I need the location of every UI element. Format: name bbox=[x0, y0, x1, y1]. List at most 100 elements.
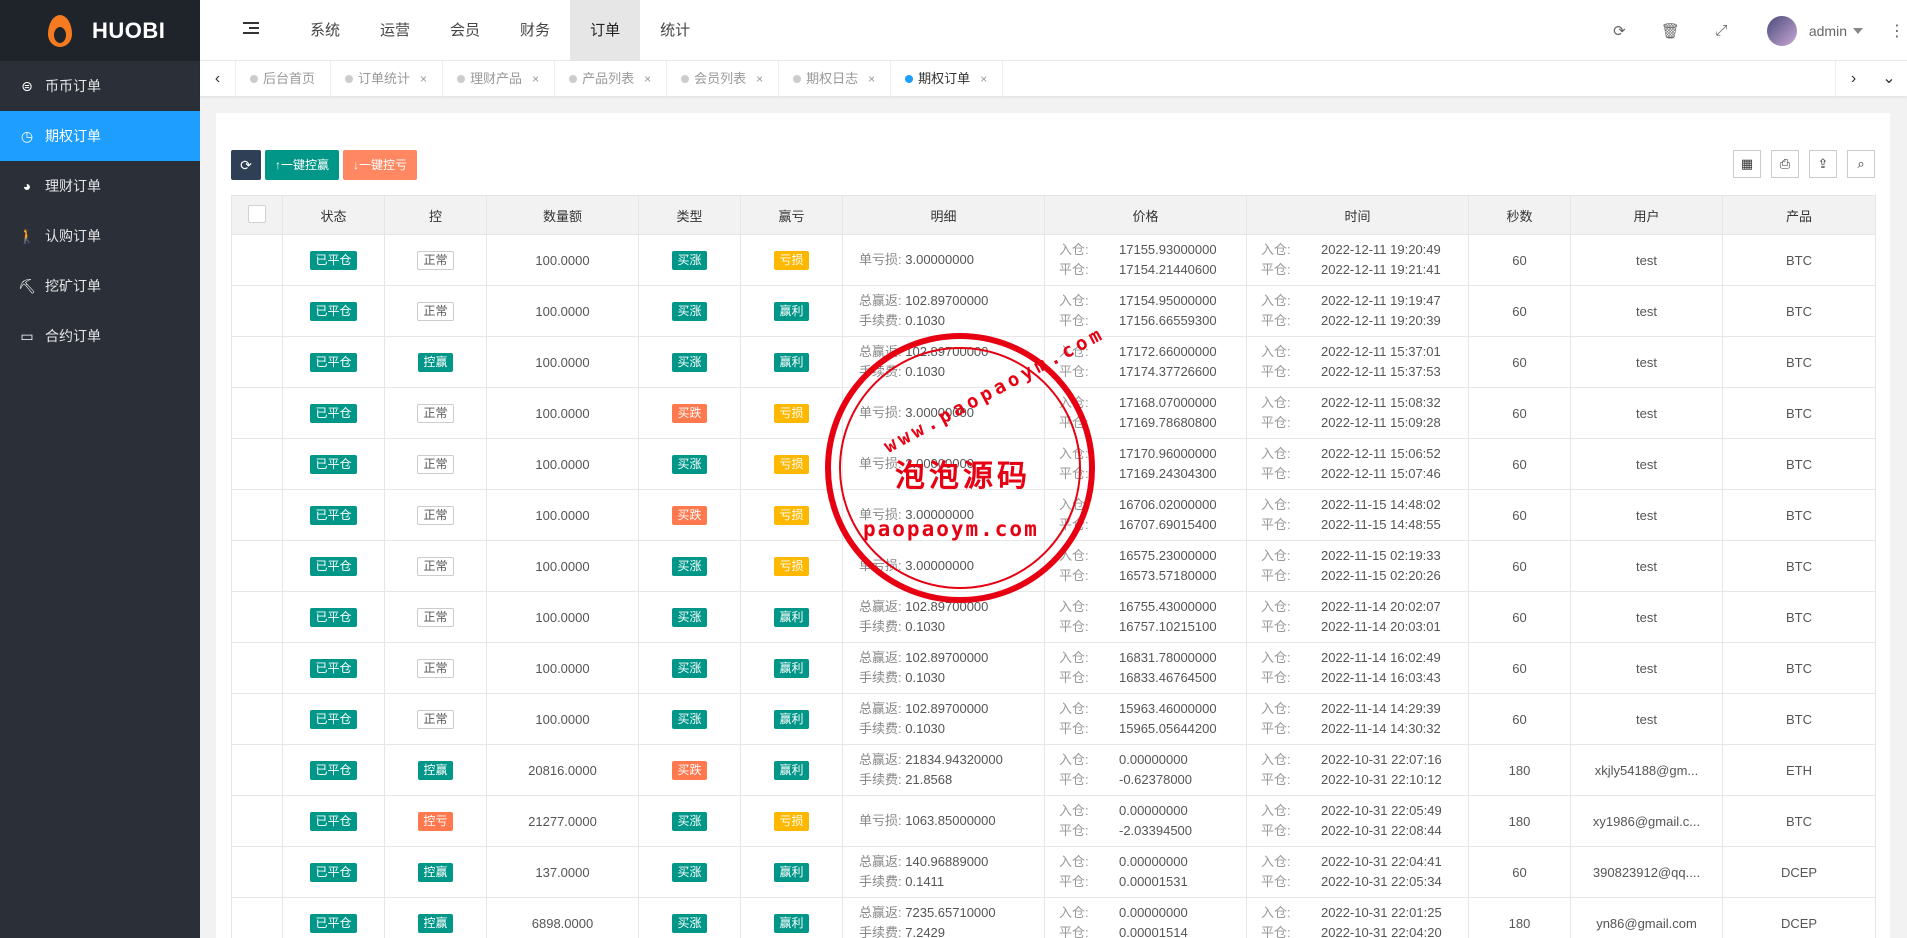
tab-5[interactable]: 期权日志 × bbox=[779, 61, 892, 97]
price-value: 15963.46000000 bbox=[1119, 701, 1217, 716]
table-row[interactable]: 已平仓 正常 100.0000 买涨 亏损 单亏损: 3.00000000 入仓: 16575… bbox=[231, 540, 1876, 592]
product-cell: BTC bbox=[1722, 642, 1876, 694]
table-row[interactable]: 已平仓 控亏 21277.0000 买涨 亏损 单亏损: 1063.85000000 入仓:… bbox=[231, 795, 1876, 847]
menu-fold-icon[interactable] bbox=[243, 22, 259, 38]
time-value: 2022-12-11 19:20:39 bbox=[1321, 313, 1441, 328]
time-cell: 入仓: 2022-10-31 22:05:49 平仓: 2022-10-31 22:0… bbox=[1246, 795, 1469, 847]
tab-4[interactable]: 会员列表 × bbox=[667, 61, 780, 97]
fullscreen-icon[interactable]: ⤢ bbox=[1696, 22, 1747, 39]
table-row[interactable]: 已平仓 正常 100.0000 买涨 亏损 单亏损: 3.00000000 入仓: 17155… bbox=[231, 234, 1876, 286]
logo[interactable]: HUOBI bbox=[0, 0, 200, 61]
price-out: 平仓: 0.00001514 bbox=[1059, 923, 1246, 938]
product-cell: BTC bbox=[1722, 285, 1876, 337]
close-icon[interactable]: × bbox=[756, 61, 763, 97]
table-row[interactable]: 已平仓 正常 100.0000 买跌 亏损 单亏损: 3.00000000 入仓: 17168… bbox=[231, 387, 1876, 439]
type-badge: 买涨 bbox=[672, 556, 707, 576]
time-key: 平仓: bbox=[1261, 670, 1291, 685]
chevron-right-icon[interactable]: › bbox=[1835, 61, 1871, 97]
export-icon[interactable]: ⇪ bbox=[1809, 150, 1837, 178]
detail-loss: 单亏损: 3.00000000 bbox=[859, 505, 1044, 525]
price-in: 入仓: 16706.02000000 bbox=[1059, 495, 1246, 515]
monitor-icon: ▭ bbox=[20, 327, 34, 344]
user-value: test bbox=[1636, 354, 1657, 370]
nav-item-0[interactable]: 系统 bbox=[290, 0, 360, 61]
time-cell: 入仓: 2022-12-11 15:37:01 平仓: 2022-12-11 15:3… bbox=[1246, 336, 1469, 388]
table-row[interactable]: 已平仓 控赢 20816.0000 买跌 赢利 总赢返: 21834.94320000 手续… bbox=[231, 744, 1876, 796]
select-cell bbox=[231, 642, 283, 694]
trash-icon[interactable]: 🗑 bbox=[1645, 22, 1696, 40]
sidebar-item-3[interactable]: 🚶 认购订单 bbox=[0, 211, 200, 261]
chevron-left-icon[interactable]: ‹ bbox=[200, 61, 236, 97]
time-in: 入仓: 2022-10-31 22:01:25 bbox=[1261, 903, 1468, 923]
tab-2[interactable]: 理财产品 × bbox=[443, 61, 556, 97]
user-value: yn86@gmail.com bbox=[1596, 915, 1697, 931]
detail-total: 总赢返: 102.89700000 bbox=[859, 699, 1044, 719]
time-key: 入仓: bbox=[1261, 446, 1291, 461]
sidebar-item-1[interactable]: ◷ 期权订单 bbox=[0, 111, 200, 161]
time-key: 平仓: bbox=[1261, 772, 1291, 787]
column-header: 时间 bbox=[1246, 195, 1469, 235]
refresh-icon[interactable]: ⟳ bbox=[1594, 22, 1645, 40]
columns-icon[interactable]: ▦ bbox=[1733, 150, 1761, 178]
control-win-button[interactable]: ↑ 一键控赢 bbox=[265, 150, 340, 180]
close-icon[interactable]: × bbox=[644, 61, 651, 97]
type-badge: 买涨 bbox=[672, 454, 707, 474]
avatar[interactable] bbox=[1766, 15, 1797, 46]
table-row[interactable]: 已平仓 正常 100.0000 买涨 亏损 单亏损: 3.00000000 入仓: 17170… bbox=[231, 438, 1876, 490]
sidebar-item-5[interactable]: ▭ 合约订单 bbox=[0, 311, 200, 361]
detail-key: 手续费: bbox=[859, 364, 902, 379]
table-row[interactable]: 已平仓 正常 100.0000 买涨 赢利 总赢返: 102.89700000 手续费: 0… bbox=[231, 285, 1876, 337]
table-row[interactable]: 已平仓 控赢 6898.0000 买涨 赢利 总赢返: 7235.65710000 手续费:… bbox=[231, 897, 1876, 938]
table-row[interactable]: 已平仓 控赢 100.0000 买涨 赢利 总赢返: 102.89700000 手续费: 0… bbox=[231, 336, 1876, 388]
clock-icon: ◷ bbox=[20, 127, 34, 144]
search-icon[interactable]: ⌕ bbox=[1847, 150, 1875, 178]
print-icon[interactable]: ⎙ bbox=[1771, 150, 1799, 178]
tab-0[interactable]: 后台首页 bbox=[236, 61, 332, 97]
table-row[interactable]: 已平仓 正常 100.0000 买涨 赢利 总赢返: 102.89700000 手续费: 0… bbox=[231, 642, 1876, 694]
table-row[interactable]: 已平仓 正常 100.0000 买跌 亏损 单亏损: 3.00000000 入仓: 16706… bbox=[231, 489, 1876, 541]
price-out: 平仓: 17154.21440600 bbox=[1059, 260, 1246, 280]
price-cell: 入仓: 0.00000000 平仓: 0.00001514 bbox=[1044, 897, 1247, 938]
price-value: 16707.69015400 bbox=[1119, 517, 1217, 532]
control-cell: 控赢 bbox=[384, 846, 487, 898]
chevron-down-icon[interactable] bbox=[1853, 27, 1863, 34]
price-value: 17169.78680800 bbox=[1119, 415, 1217, 430]
select-all-checkbox[interactable] bbox=[248, 204, 266, 223]
sidebar-item-2[interactable]: ◕ 理财订单 bbox=[0, 161, 200, 211]
detail-key: 总赢返: bbox=[859, 650, 902, 665]
table-row[interactable]: 已平仓 正常 100.0000 买涨 赢利 总赢返: 102.89700000 手续费: 0… bbox=[231, 591, 1876, 643]
control-lose-button[interactable]: ↓ 一键控亏 bbox=[343, 150, 418, 180]
tab-1[interactable]: 订单统计 × bbox=[331, 61, 444, 97]
nav-item-2[interactable]: 会员 bbox=[430, 0, 500, 61]
amount-cell: 20816.0000 bbox=[486, 744, 639, 796]
table-row[interactable]: 已平仓 控赢 137.0000 买涨 赢利 总赢返: 140.96889000 手续费: 0… bbox=[231, 846, 1876, 898]
more-vertical-icon[interactable]: ⋮ bbox=[1889, 21, 1905, 41]
sidebar-item-4[interactable]: ⛏ 挖矿订单 bbox=[0, 261, 200, 311]
control-badge: 控赢 bbox=[418, 913, 453, 933]
close-icon[interactable]: × bbox=[420, 61, 427, 97]
nav-item-5[interactable]: 统计 bbox=[640, 0, 710, 61]
nav-item-3[interactable]: 财务 bbox=[500, 0, 570, 61]
sidebar-item-0[interactable]: ⊜ 币币订单 bbox=[0, 61, 200, 111]
price-out: 平仓: 17156.66559300 bbox=[1059, 311, 1246, 331]
nav-item-4[interactable]: 订单 bbox=[570, 0, 641, 61]
tabs-dropdown-icon[interactable]: ⌄ bbox=[1871, 61, 1907, 97]
detail-value: 0.1411 bbox=[905, 874, 945, 889]
user-name[interactable]: admin bbox=[1809, 23, 1847, 39]
close-icon[interactable]: × bbox=[868, 61, 875, 97]
time-value: 2022-12-11 15:07:46 bbox=[1321, 466, 1441, 481]
nav-item-1[interactable]: 运营 bbox=[360, 0, 430, 61]
table-row[interactable]: 已平仓 正常 100.0000 买涨 赢利 总赢返: 102.89700000 手续费: 0… bbox=[231, 693, 1876, 745]
reload-button[interactable]: ⟳ bbox=[231, 150, 261, 180]
tab-3[interactable]: 产品列表 × bbox=[555, 61, 668, 97]
user-cell: test bbox=[1570, 438, 1723, 490]
close-icon[interactable]: × bbox=[980, 61, 987, 97]
control-badge: 控赢 bbox=[418, 352, 453, 372]
detail-key: 总赢返: bbox=[859, 905, 902, 920]
product-cell: DCEP bbox=[1722, 897, 1876, 938]
close-icon[interactable]: × bbox=[532, 61, 539, 97]
time-key: 平仓: bbox=[1261, 619, 1291, 634]
detail-value: 3.00000000 bbox=[905, 558, 974, 573]
tab-label: 后台首页 bbox=[263, 71, 316, 86]
tab-6[interactable]: 期权订单 × bbox=[891, 61, 1004, 97]
